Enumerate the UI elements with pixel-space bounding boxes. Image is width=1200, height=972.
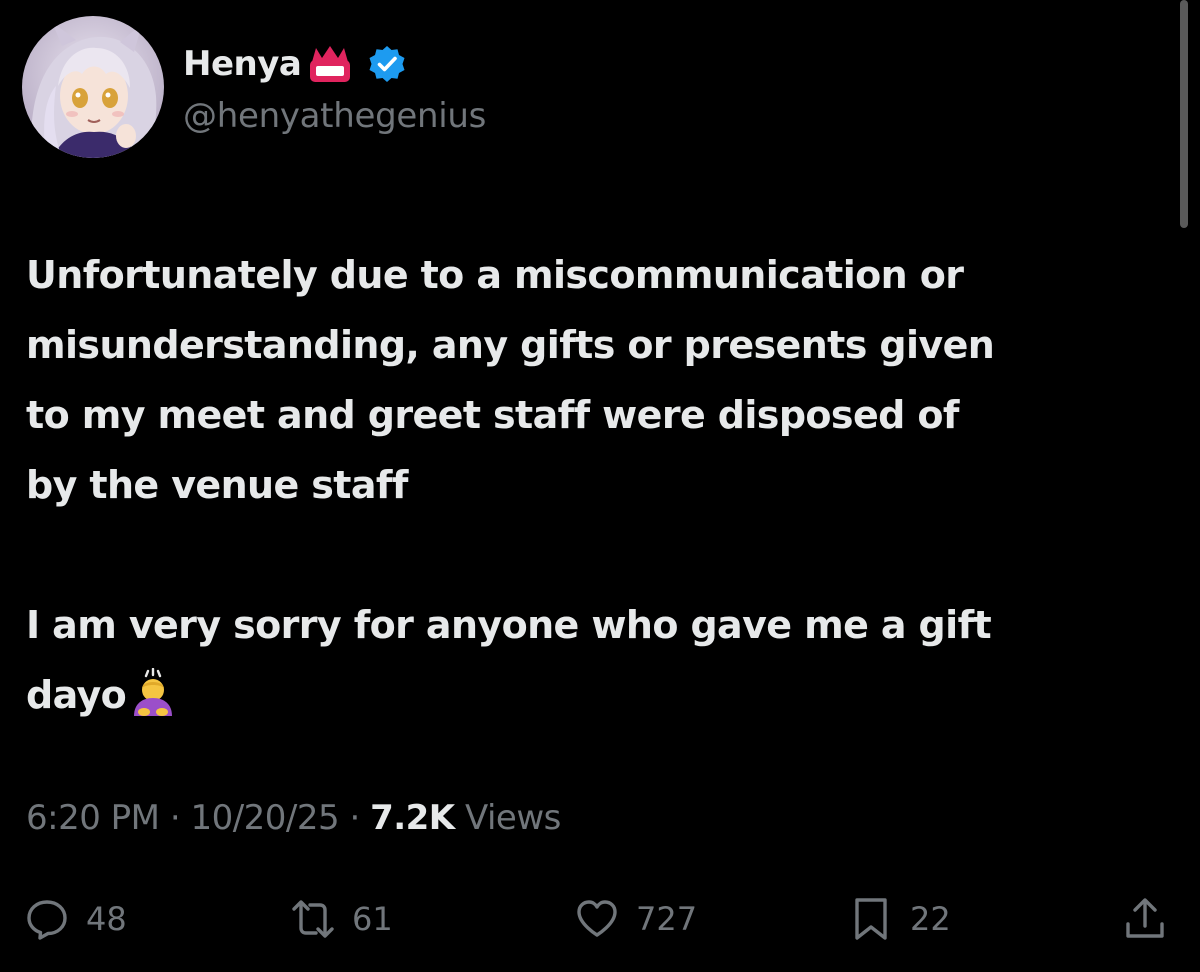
- tweet-text-line: to my meet and greet staff were disposed…: [26, 393, 959, 437]
- verified-badge-icon[interactable]: [367, 44, 407, 84]
- meta-separator: ·: [349, 798, 360, 838]
- tweet-text-line: by the venue staff: [26, 463, 408, 507]
- like-button[interactable]: 727: [574, 893, 697, 945]
- meta-separator: ·: [169, 798, 181, 838]
- crown-badge-icon: [310, 46, 351, 82]
- bookmark-icon: [855, 898, 887, 940]
- tweet-date[interactable]: 10/20/25: [190, 798, 339, 838]
- repost-count: 61: [352, 900, 393, 938]
- tweet: Henya @henyathegenius Unfortunately due …: [0, 0, 1200, 972]
- bookmark-count: 22: [910, 900, 951, 938]
- tweet-text-line: I am very sorry for anyone who gave me a…: [26, 603, 992, 647]
- tweet-text-line: Unfortunately due to a miscommunication …: [26, 253, 964, 297]
- display-name[interactable]: Henya: [183, 44, 302, 84]
- heart-icon: [577, 900, 617, 937]
- anime-avatar-icon: [22, 16, 164, 158]
- views-count[interactable]: 7.2K: [370, 798, 455, 838]
- bookmark-button[interactable]: 22: [848, 893, 951, 945]
- tweet-meta: 6:20 PM · 10/20/25 · 7.2K Views: [26, 798, 561, 838]
- tweet-text: Unfortunately due to a miscommunication …: [26, 240, 1176, 730]
- repost-button[interactable]: 61: [290, 893, 393, 945]
- tweet-time[interactable]: 6:20 PM: [26, 798, 160, 838]
- author-name-row[interactable]: Henya: [183, 40, 407, 88]
- repost-icon: [292, 900, 334, 938]
- reply-icon: [27, 900, 67, 940]
- reply-count: 48: [86, 900, 127, 938]
- person-bowing-icon: [134, 668, 173, 716]
- scrollbar[interactable]: [1180, 0, 1188, 228]
- share-button[interactable]: [1122, 893, 1168, 945]
- views-label[interactable]: Views: [465, 798, 561, 838]
- avatar[interactable]: [22, 16, 164, 158]
- tweet-text-line-last: dayo: [26, 660, 1176, 730]
- tweet-text-line: misunderstanding, any gifts or presents …: [26, 323, 995, 367]
- like-count: 727: [636, 900, 698, 938]
- share-icon: [1126, 898, 1164, 938]
- tweet-text-fragment: dayo: [26, 673, 127, 717]
- reply-button[interactable]: 48: [24, 893, 127, 945]
- author-handle[interactable]: @henyathegenius: [183, 96, 486, 136]
